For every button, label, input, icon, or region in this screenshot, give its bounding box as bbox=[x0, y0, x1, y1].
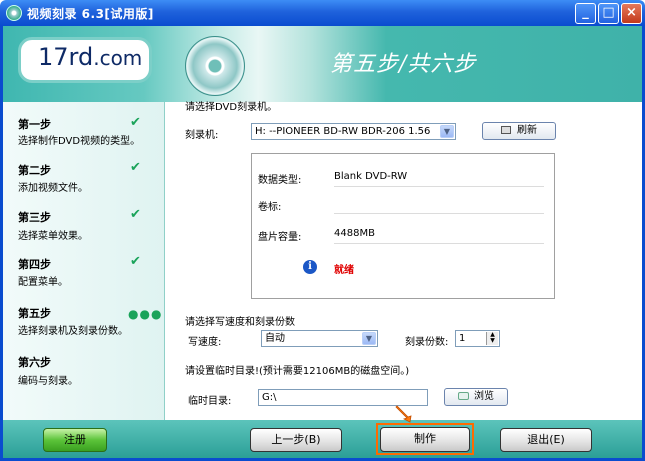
exit-button[interactable]: 退出(E) bbox=[500, 428, 592, 452]
disc-graphic-icon bbox=[185, 36, 245, 96]
separator bbox=[334, 213, 544, 214]
burner-select[interactable]: H: --PIONEER BD-RW BDR-206 1.56 ▼ bbox=[251, 123, 456, 140]
logo: 17rd.com bbox=[38, 43, 142, 71]
data-type-value: Blank DVD-RW bbox=[334, 171, 408, 182]
register-button[interactable]: 注册 bbox=[43, 428, 107, 452]
pointer-arrow-icon bbox=[395, 405, 412, 423]
separator bbox=[334, 186, 544, 187]
temp-dir-label: 临时目录: bbox=[188, 396, 232, 407]
prev-step-button[interactable]: 上一步(B) bbox=[250, 428, 342, 452]
refresh-button[interactable]: 刷新 bbox=[482, 122, 556, 140]
step-heading: 第五步/共六步 bbox=[330, 52, 477, 77]
step-2-desc: 添加视频文件。 bbox=[18, 183, 88, 194]
app-disc-icon bbox=[6, 5, 22, 21]
step-6-desc: 编码与刻录。 bbox=[18, 376, 78, 387]
speed-section-title: 请选择写速度和刻录份数 bbox=[185, 317, 295, 328]
step-2-check-icon: ✔ bbox=[130, 160, 141, 175]
chevron-down-icon[interactable]: ▼ bbox=[362, 332, 376, 345]
step-1-desc: 选择制作DVD视频的类型。 bbox=[18, 136, 141, 147]
step-1-check-icon: ✔ bbox=[130, 115, 141, 130]
copies-label: 刻录份数: bbox=[405, 337, 449, 348]
capacity-label: 盘片容量: bbox=[258, 232, 302, 243]
refresh-icon bbox=[501, 126, 511, 134]
browse-label: 浏览 bbox=[474, 391, 494, 402]
speed-select[interactable]: 自动 ▼ bbox=[261, 330, 378, 347]
step-2-title: 第二步 bbox=[18, 164, 51, 177]
choose-burner-prompt: 请选择DVD刻录机。 bbox=[185, 102, 278, 113]
minimize-button[interactable]: _ bbox=[575, 3, 596, 24]
burner-select-value: H: --PIONEER BD-RW BDR-206 1.56 bbox=[255, 126, 431, 137]
make-button-highlight bbox=[376, 423, 474, 455]
data-type-label: 数据类型: bbox=[258, 175, 302, 186]
window-title: 视频刻录 6.3[试用版] bbox=[27, 7, 154, 21]
step-3-check-icon: ✔ bbox=[130, 207, 141, 222]
temp-dir-note: 请设置临时目录!(预计需要12106MB的磁盘空间。) bbox=[185, 366, 410, 377]
step-5-title: 第五步 bbox=[18, 307, 51, 320]
speed-label: 写速度: bbox=[188, 337, 222, 348]
close-button[interactable]: × bbox=[621, 3, 642, 24]
step-3-title: 第三步 bbox=[18, 211, 51, 224]
copies-value: 1 bbox=[459, 333, 466, 344]
logo-main: 17rd bbox=[38, 43, 94, 71]
step-6-title: 第六步 bbox=[18, 356, 51, 369]
chevron-down-icon[interactable]: ▼ bbox=[440, 125, 454, 138]
copies-stepper[interactable]: 1 ▲ ▼ bbox=[455, 330, 500, 347]
volume-label: 卷标: bbox=[258, 202, 282, 213]
browse-button[interactable]: 浏览 bbox=[444, 388, 508, 406]
speed-select-value: 自动 bbox=[265, 333, 285, 344]
status-ready: 就绪 bbox=[334, 265, 354, 276]
step-4-check-icon: ✔ bbox=[130, 254, 141, 269]
burner-label: 刻录机: bbox=[185, 130, 219, 141]
step-5-progress-dots-icon: ●●● bbox=[128, 307, 163, 321]
refresh-label: 刷新 bbox=[517, 125, 537, 136]
step-5-desc: 选择刻录机及刻录份数。 bbox=[18, 326, 128, 337]
step-4-title: 第四步 bbox=[18, 258, 51, 271]
temp-dir-input[interactable]: G:\ bbox=[258, 389, 428, 406]
capacity-value: 4488MB bbox=[334, 228, 375, 239]
step-4-desc: 配置菜单。 bbox=[18, 277, 68, 288]
logo-suffix: .com bbox=[93, 46, 143, 70]
step-1-title: 第一步 bbox=[18, 118, 51, 131]
stepper-arrows-icon[interactable]: ▲ ▼ bbox=[486, 332, 498, 345]
separator bbox=[334, 243, 544, 244]
info-icon: i bbox=[303, 260, 317, 274]
folder-icon bbox=[458, 392, 469, 400]
maximize-button[interactable]: □ bbox=[598, 3, 619, 24]
step-3-desc: 选择菜单效果。 bbox=[18, 231, 88, 242]
